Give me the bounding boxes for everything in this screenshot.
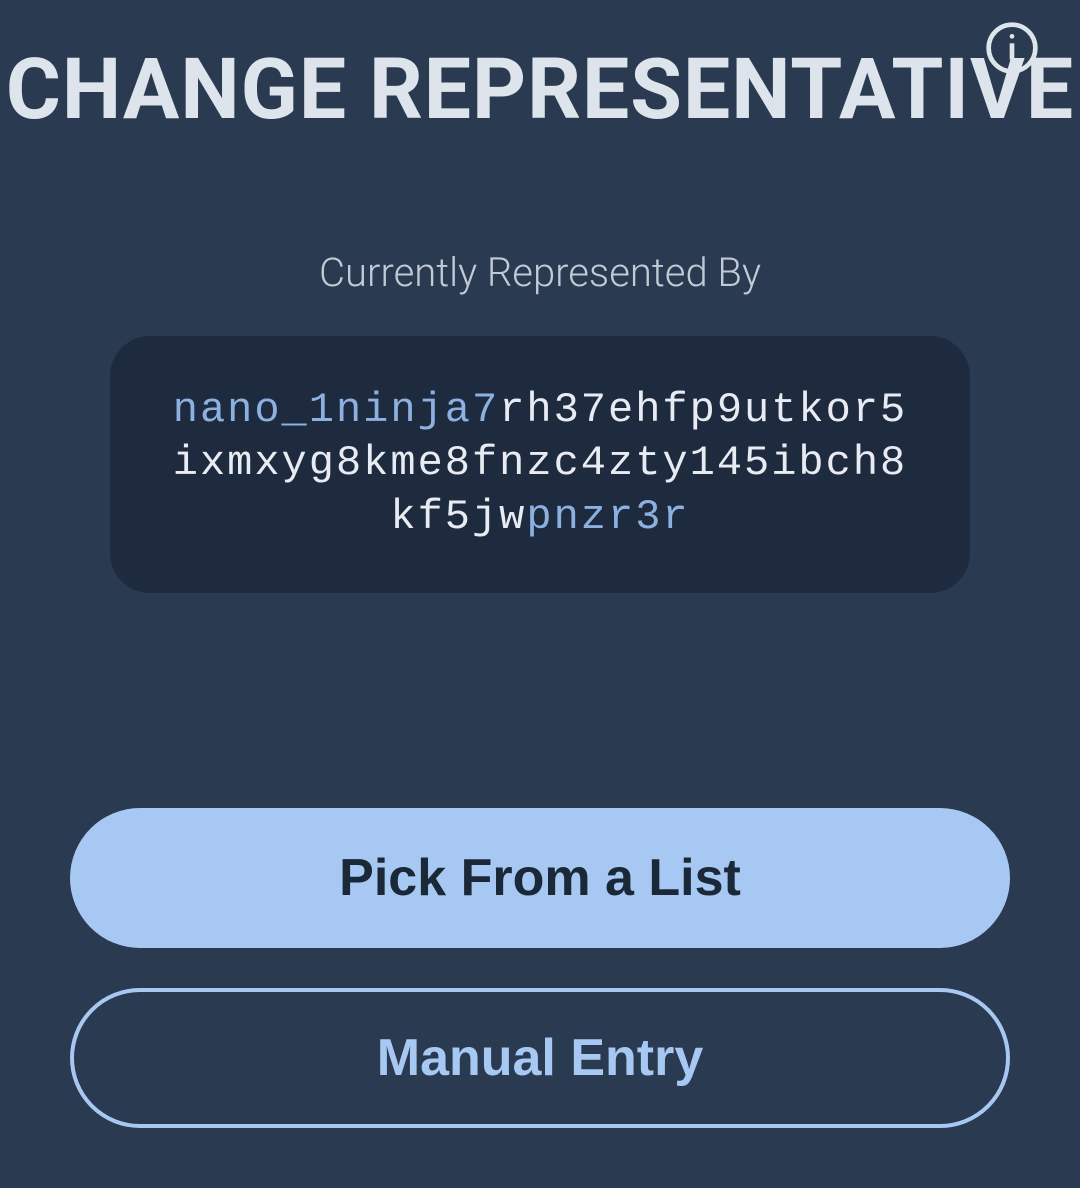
representative-address: nano_1ninja7rh37ehfp9utkor5ixmxyg8kme8fn… bbox=[170, 384, 910, 545]
button-container: Pick From a List Manual Entry bbox=[0, 808, 1080, 1128]
page-title: CHANGE REPRESENTATIVE bbox=[0, 0, 1080, 139]
address-prefix: nano_1ninja7 bbox=[173, 386, 499, 434]
current-representative-label: Currently Represented By bbox=[0, 249, 1080, 296]
representative-address-box: nano_1ninja7rh37ehfp9utkor5ixmxyg8kme8fn… bbox=[110, 336, 970, 593]
pick-from-list-button[interactable]: Pick From a List bbox=[70, 808, 1010, 948]
info-icon bbox=[984, 20, 1040, 76]
manual-entry-button[interactable]: Manual Entry bbox=[70, 988, 1010, 1128]
address-suffix: pnzr3r bbox=[526, 493, 689, 541]
info-button[interactable] bbox=[984, 20, 1040, 76]
